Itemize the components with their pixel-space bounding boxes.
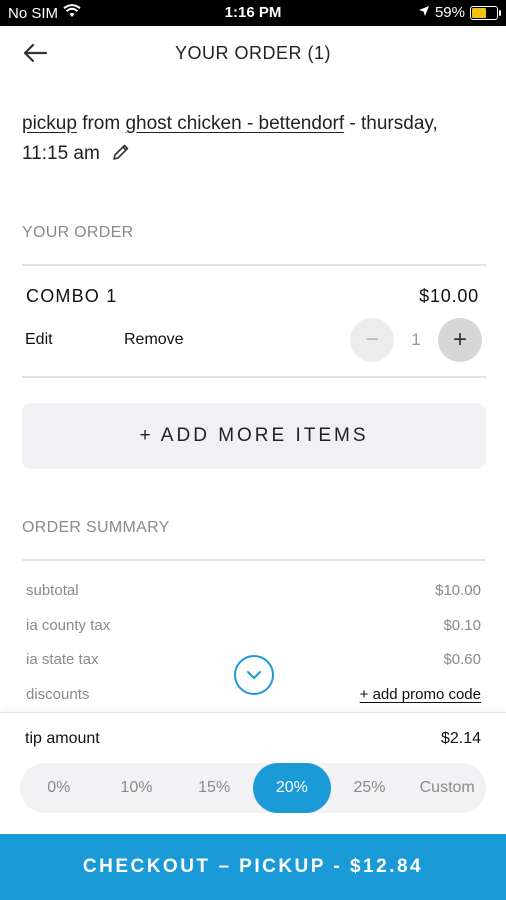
pickup-info: pickup from ghost chicken - bettendorf -… [22, 109, 482, 172]
item-price: $10.00 [419, 286, 479, 306]
battery-fill [472, 7, 487, 18]
tip-option-custom[interactable]: Custom [408, 763, 486, 813]
header: YOUR ORDER (1) [0, 26, 506, 80]
tip-option-20[interactable]: 20% [253, 763, 331, 813]
checkout-button[interactable]: CHECKOUT – PICKUP - $12.84 [0, 834, 506, 900]
edit-item-button[interactable]: Edit [25, 331, 53, 349]
summary-row-county-tax: ia county tax $0.10 [26, 617, 481, 634]
pickup-from-text: from [76, 113, 126, 134]
tip-label: tip amount [25, 730, 100, 747]
status-right: 59% [418, 4, 501, 21]
location-arrow-icon [418, 4, 430, 21]
your-order-section-label: YOUR ORDER [22, 224, 134, 241]
expand-summary-button[interactable] [234, 655, 274, 695]
tip-option-0[interactable]: 0% [20, 763, 98, 813]
divider [22, 559, 486, 561]
chevron-down-icon [247, 671, 261, 679]
summary-value: $0.60 [443, 651, 481, 668]
quantity-value: 1 [411, 330, 421, 349]
add-more-items-button[interactable]: + ADD MORE ITEMS [22, 403, 486, 469]
pickup-mode-link[interactable]: pickup [22, 113, 77, 134]
pickup-location-link[interactable]: ghost chicken - bettendorf [125, 113, 344, 134]
tip-amount: $2.14 [440, 730, 481, 747]
tip-option-25[interactable]: 25% [331, 763, 409, 813]
tip-option-10[interactable]: 10% [98, 763, 176, 813]
summary-label: ia state tax [26, 651, 99, 668]
summary-value: $0.10 [443, 617, 481, 634]
divider [22, 264, 486, 266]
item-name: COMBO 1 [26, 286, 118, 306]
summary-row-subtotal: subtotal $10.00 [26, 582, 481, 599]
divider [22, 376, 486, 378]
decrease-quantity-button[interactable]: − [350, 318, 394, 362]
pencil-icon[interactable] [111, 142, 131, 172]
battery-icon [470, 5, 501, 20]
tip-option-15[interactable]: 15% [175, 763, 253, 813]
tip-panel: tip amount $2.14 0% 10% 15% 20% 25% Cust… [0, 712, 506, 834]
tip-options: 0% 10% 15% 20% 25% Custom [20, 763, 486, 813]
status-bar: No SIM 1:16 PM 59% [0, 0, 506, 26]
increase-quantity-button[interactable]: + [438, 318, 482, 362]
summary-label: discounts [26, 686, 90, 703]
summary-value: $10.00 [435, 582, 481, 599]
remove-item-button[interactable]: Remove [124, 331, 184, 349]
battery-percent: 59% [434, 4, 465, 21]
order-summary-section-label: ORDER SUMMARY [22, 519, 170, 536]
add-promo-code-link[interactable]: + add promo code [360, 686, 481, 703]
summary-label: ia county tax [26, 617, 111, 634]
summary-label: subtotal [26, 582, 79, 599]
page-title: YOUR ORDER (1) [174, 43, 331, 63]
